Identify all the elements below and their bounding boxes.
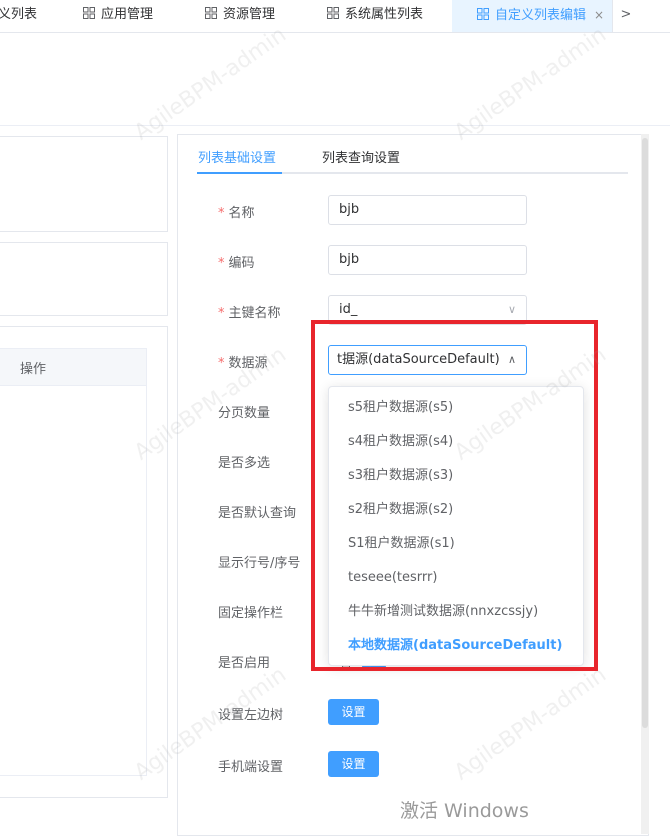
- primary-key-value: id_: [339, 302, 358, 317]
- code-label: * 编码: [218, 256, 255, 271]
- windows-activation-notice: 激活 Windows: [400, 800, 529, 822]
- fixed-actions-label: 固定操作栏: [218, 606, 284, 621]
- dropdown-option[interactable]: s5租户数据源(s5): [329, 391, 583, 425]
- tab-system-properties[interactable]: 系统属性列表: [327, 0, 423, 32]
- code-input[interactable]: bjb: [328, 245, 527, 275]
- mobile-settings-label: 手机端设置: [218, 760, 284, 775]
- grid-icon: [205, 7, 217, 19]
- mobile-settings-button[interactable]: 设置: [328, 751, 379, 777]
- datasource-dropdown: s5租户数据源(s5) s4租户数据源(s4) s3租户数据源(s3) s2租户…: [328, 386, 584, 666]
- datasource-select[interactable]: t据源(dataSourceDefault) ∧: [328, 345, 527, 375]
- tab-label: 自定义列表编辑: [495, 8, 587, 23]
- subtab-active-indicator: [197, 172, 282, 174]
- page-header-area: [0, 33, 670, 126]
- tab-bar: 义列表 应用管理 资源管理 系统属性列表 自定义列表编辑 × >: [0, 0, 670, 33]
- tab-label: 资源管理: [223, 7, 276, 22]
- default-query-label: 是否默认查询: [218, 506, 297, 521]
- tab-label: 应用管理: [101, 7, 154, 22]
- datasource-label: * 数据源: [218, 356, 268, 371]
- grid-icon: [477, 8, 489, 20]
- tab-custom-list[interactable]: 义列表: [0, 0, 37, 32]
- primary-key-select[interactable]: id_ ∨: [328, 295, 527, 325]
- name-value: bjb: [339, 202, 360, 217]
- dropdown-option[interactable]: teseee(tesrrr): [329, 561, 583, 595]
- name-label: * 名称: [218, 206, 255, 221]
- left-panel-top: [0, 136, 168, 232]
- dropdown-option-selected[interactable]: 本地数据源(dataSourceDefault): [329, 629, 583, 663]
- dropdown-option[interactable]: 牛牛新增测试数据源(nnxzcssjy): [329, 595, 583, 629]
- tab-scroll-right-button[interactable]: >: [612, 0, 639, 32]
- page-size-label: 分页数量: [218, 406, 271, 421]
- left-panel-middle: [0, 242, 168, 316]
- table-header: 操作: [0, 348, 147, 386]
- left-tree-label: 设置左边树: [218, 708, 284, 723]
- required-mark: *: [218, 306, 225, 321]
- tab-label: 系统属性列表: [345, 7, 424, 22]
- dropdown-option[interactable]: s4租户数据源(s4): [329, 425, 583, 459]
- scrollbar-thumb[interactable]: [642, 138, 648, 728]
- dropdown-option[interactable]: s3租户数据源(s3): [329, 459, 583, 493]
- tab-resource-management[interactable]: 资源管理: [205, 0, 275, 32]
- column-header-action: 操作: [20, 362, 47, 377]
- multi-select-label: 是否多选: [218, 456, 271, 471]
- chevron-right-icon: >: [620, 7, 632, 22]
- required-mark: *: [218, 356, 225, 371]
- grid-icon: [327, 7, 339, 19]
- left-tree-settings-button[interactable]: 设置: [328, 699, 379, 725]
- table-body: [0, 385, 147, 776]
- tab-query-settings[interactable]: 列表查询设置: [322, 147, 400, 166]
- required-mark: *: [218, 256, 225, 271]
- tab-app-management[interactable]: 应用管理: [83, 0, 153, 32]
- primary-key-label: * 主键名称: [218, 306, 281, 321]
- tab-basic-settings[interactable]: 列表基础设置: [198, 147, 276, 166]
- tab-more-area: [640, 0, 670, 32]
- close-icon[interactable]: ×: [594, 8, 604, 22]
- required-mark: *: [218, 206, 225, 221]
- code-value: bjb: [339, 252, 360, 267]
- dropdown-option[interactable]: s2租户数据源(s2): [329, 493, 583, 527]
- dropdown-option[interactable]: S1租户数据源(s1): [329, 527, 583, 561]
- chevron-down-icon: ∨: [507, 303, 516, 316]
- tab-label: 义列表: [0, 7, 38, 22]
- chevron-up-icon: ∧: [507, 353, 516, 366]
- enabled-label: 是否启用: [218, 656, 271, 671]
- datasource-value: t据源(dataSourceDefault): [337, 352, 500, 367]
- grid-icon: [83, 7, 95, 19]
- row-number-label: 显示行号/序号: [218, 556, 301, 571]
- tab-custom-list-edit[interactable]: 自定义列表编辑 ×: [452, 0, 612, 32]
- name-input[interactable]: bjb: [328, 195, 527, 225]
